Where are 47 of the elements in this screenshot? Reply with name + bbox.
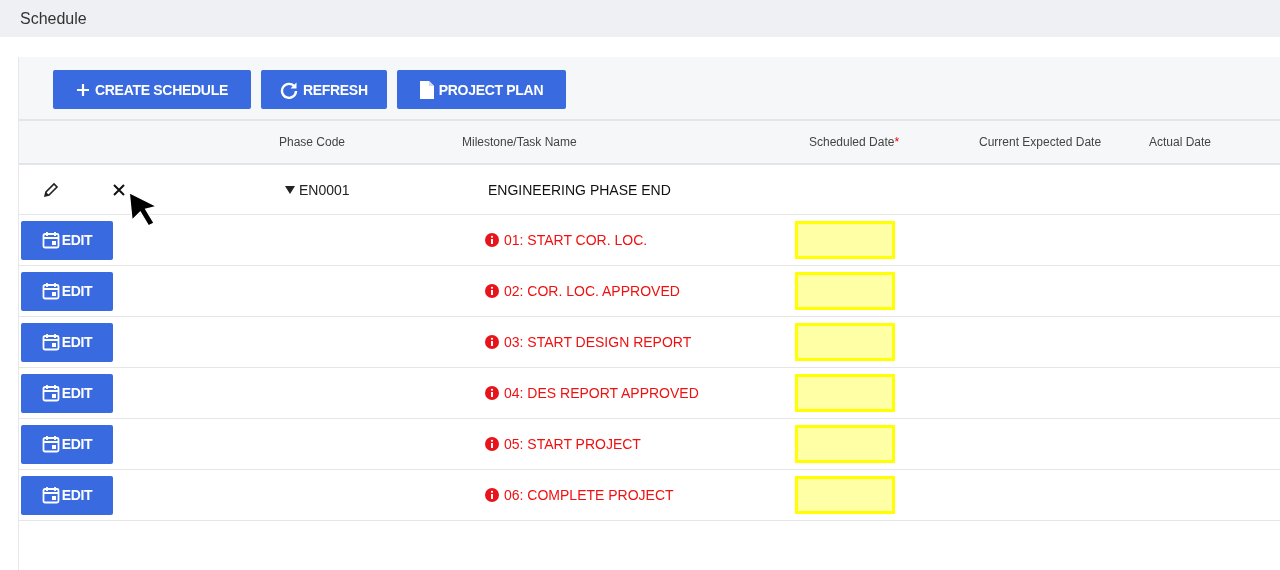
column-header: Current Expected Date xyxy=(979,135,1102,149)
calendar-icon xyxy=(41,435,60,453)
refresh-icon xyxy=(279,80,298,99)
project-plan-button[interactable]: PROJECT PLAN xyxy=(396,70,567,109)
document-icon xyxy=(419,80,434,99)
phase-code: EN0001 xyxy=(299,181,350,198)
task-name: 05: START PROJECT xyxy=(504,436,641,452)
task-name: 04: DES REPORT APPROVED xyxy=(504,385,699,401)
edit-button[interactable]: EDIT xyxy=(21,322,113,362)
date-input[interactable] xyxy=(795,221,895,259)
info-icon xyxy=(485,335,499,349)
info-icon xyxy=(485,386,499,400)
column-header: Scheduled Date* xyxy=(809,135,900,149)
date-input[interactable] xyxy=(795,272,895,310)
task-name: 02: COR. LOC. APPROVED xyxy=(504,283,680,299)
info-icon xyxy=(485,284,499,298)
edit-button[interactable]: EDIT xyxy=(21,373,113,413)
info-icon xyxy=(485,488,499,502)
info-icon xyxy=(485,233,499,247)
date-input[interactable] xyxy=(795,425,895,463)
date-input[interactable] xyxy=(795,323,895,361)
edit-button[interactable]: EDIT xyxy=(21,271,113,311)
column-header: Phase Code xyxy=(279,135,346,149)
caret-icon[interactable] xyxy=(285,185,295,194)
calendar-icon xyxy=(41,384,60,402)
column-header: Actual Date xyxy=(1149,135,1212,149)
calendar-icon xyxy=(41,282,60,300)
task-name: 03: START DESIGN REPORT xyxy=(504,334,692,350)
edit-button[interactable]: EDIT xyxy=(21,220,113,260)
edit-button[interactable]: EDIT xyxy=(21,424,113,464)
task-name: ENGINEERING PHASE END xyxy=(487,181,671,198)
calendar-icon xyxy=(41,231,60,249)
pencil-icon[interactable] xyxy=(43,181,59,198)
calendar-icon xyxy=(41,333,60,351)
edit-button[interactable]: EDIT xyxy=(21,475,113,515)
date-input[interactable] xyxy=(795,374,895,412)
calendar-icon xyxy=(41,486,60,504)
task-name: 06: COMPLETE PROJECT xyxy=(504,487,674,503)
create-schedule-button[interactable]: CREATE SCHEDULE xyxy=(53,70,251,109)
plus-icon xyxy=(76,82,90,97)
column-header: Milestone/Task Name xyxy=(462,135,577,149)
date-input[interactable] xyxy=(795,476,895,514)
info-icon xyxy=(485,437,499,451)
task-name: 01: START COR. LOC. xyxy=(504,232,648,248)
refresh-button[interactable]: REFRESH xyxy=(260,70,387,109)
page-title: Schedule xyxy=(20,9,87,28)
close-icon[interactable] xyxy=(113,183,125,196)
